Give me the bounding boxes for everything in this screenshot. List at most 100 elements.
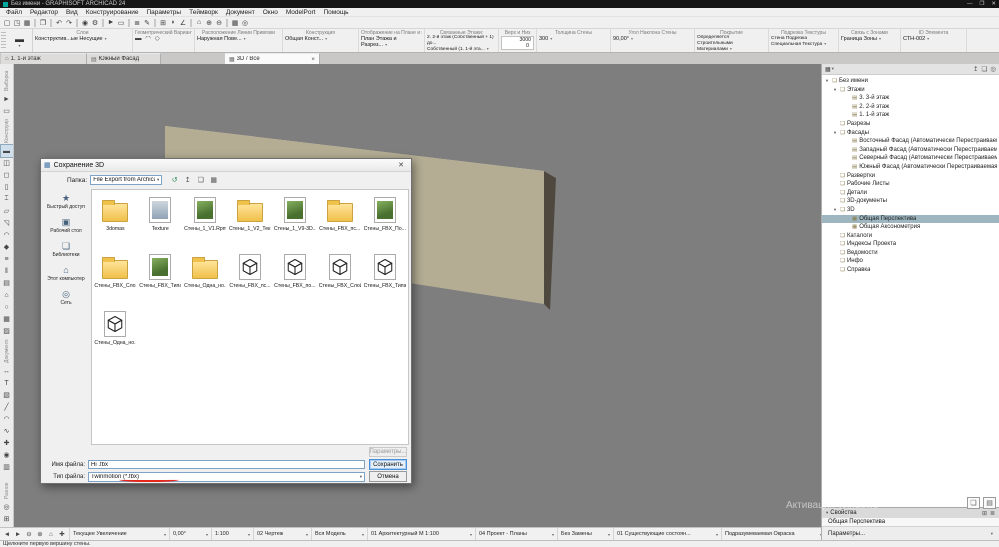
infobox-group-value[interactable]: Наружная Пове...: [197, 36, 280, 42]
layers-icon[interactable]: ≣: [132, 18, 142, 28]
infobox-group-value[interactable]: 2. 2-й этаж (Собственный + 1) до... Собс…: [427, 35, 496, 51]
tab-close-icon[interactable]: ×: [311, 56, 315, 63]
file-item[interactable]: Стены_FBX_Типа...: [363, 249, 406, 306]
pen-icon[interactable]: ✎: [142, 18, 152, 28]
morph-tool-icon[interactable]: ◆: [1, 241, 13, 253]
place-this-pc[interactable]: ⌂ Этот компьютер: [43, 265, 89, 282]
pin-icon[interactable]: ◎: [990, 65, 996, 73]
new-folder-icon[interactable]: ❏: [195, 175, 206, 186]
wall-side-face[interactable]: [544, 171, 556, 310]
tree-item[interactable]: ❏ Рабочие Листы: [822, 180, 999, 189]
quick-option[interactable]: Вся Модель ▾: [311, 528, 367, 540]
infobox-group[interactable]: Геометрический Вариант ▬ ◠ ◇ ⌒: [133, 29, 195, 52]
tree-item[interactable]: ▤ 3. 3-й этаж: [822, 94, 999, 103]
infobox-group[interactable]: Покрытие Определяется Строительными Мате…: [695, 29, 769, 52]
undo-icon[interactable]: ↶: [54, 18, 64, 28]
tree-expand-icon[interactable]: ▾: [832, 129, 838, 138]
infobox-group[interactable]: Связь с Зонами Граница Зоны: [839, 29, 901, 52]
infobox-group[interactable]: ID Элемента СТН-002: [901, 29, 967, 52]
zoom-in-icon[interactable]: ⊕: [204, 18, 214, 28]
fit-view-icon[interactable]: ⌂: [46, 529, 56, 539]
tree-item[interactable]: ▤ Северный Фасад (Автоматически Перестра…: [822, 154, 999, 163]
toolbox-section-document[interactable]: Документирование: [4, 339, 10, 363]
separator[interactable]: [128, 18, 130, 27]
tree-item[interactable]: ❏ Детали: [822, 189, 999, 198]
tree-item[interactable]: ▤ 2. 2-й этаж: [822, 103, 999, 112]
menu-item[interactable]: Параметры: [142, 8, 185, 17]
tree-item[interactable]: ▾ ❏ Фасады: [822, 129, 999, 138]
menu-item[interactable]: Вид: [62, 8, 82, 17]
column-tool-icon[interactable]: ▯: [1, 181, 13, 193]
file-item[interactable]: Стены_FBX_пс...: [229, 249, 272, 306]
file-item[interactable]: Стены_FBX_Сло...: [94, 249, 137, 306]
file-item[interactable]: Стены_Одна_но...: [94, 306, 137, 363]
place-network[interactable]: ◎ Сеть: [43, 289, 89, 306]
spline-tool-icon[interactable]: ∿: [1, 425, 13, 437]
menu-item[interactable]: Окно: [259, 8, 282, 17]
filetype-select[interactable]: Twinmotion (*.fbx) ▾: [88, 471, 365, 482]
quick-option[interactable]: Подразумеваемая Окраска ▾: [721, 528, 821, 540]
place-libraries[interactable]: ❏ Библиотеки: [43, 241, 89, 258]
dimension-tool-icon[interactable]: ↔: [1, 365, 13, 377]
tree-item[interactable]: ▤ Западный Фасад (Автоматически Перестра…: [822, 146, 999, 155]
new-file-icon[interactable]: ▢: [2, 18, 12, 28]
maximize-button[interactable]: ❐: [979, 0, 984, 8]
menu-item[interactable]: Документ: [222, 8, 259, 17]
infobox-group[interactable]: Связанные Этажи: 2. 2-й этаж (Собственны…: [425, 29, 499, 52]
infobox-group-value[interactable]: Конструктив...ые Несущие: [35, 36, 130, 42]
grid-icon[interactable]: ⊞: [158, 18, 168, 28]
folder-icon[interactable]: ❏: [982, 65, 988, 73]
tree-item[interactable]: ▾ ❏ Без имени: [822, 77, 999, 86]
separator[interactable]: [190, 18, 192, 27]
zone-tool-icon[interactable]: ▨: [1, 325, 13, 337]
quick-option[interactable]: 04 Проект - Планы ▾: [475, 528, 557, 540]
arrow-tool-icon[interactable]: ►: [106, 18, 116, 28]
camera-icon[interactable]: ◎: [240, 18, 250, 28]
options-button[interactable]: Параметры...: [369, 447, 407, 457]
print-icon[interactable]: ❐: [38, 18, 48, 28]
file-item[interactable]: Стены_1_V1.Rpm: [184, 192, 227, 249]
menu-item[interactable]: Теймворк: [185, 8, 222, 17]
toolbox-section-design[interactable]: Конструирование: [4, 119, 10, 143]
tree-item[interactable]: ❏ Справка: [822, 266, 999, 275]
infobox-group-value[interactable]: Общая Конст...: [285, 36, 356, 42]
separator[interactable]: [34, 18, 36, 27]
redo-icon[interactable]: ↷: [64, 18, 74, 28]
tree-item[interactable]: ❏ Развертки: [822, 172, 999, 181]
file-item[interactable]: Стены_FBX_по...: [273, 249, 316, 306]
marquee-tool-icon[interactable]: ▭: [1, 105, 13, 117]
dialog-close-button[interactable]: ✕: [394, 160, 408, 171]
list-view-icon[interactable]: ≣: [990, 510, 995, 517]
separator[interactable]: [76, 18, 78, 27]
separator[interactable]: [102, 18, 104, 27]
pan-icon[interactable]: ✚: [57, 529, 67, 539]
view-tab[interactable]: ▤ Южный Фасад: [87, 53, 161, 64]
quick-option[interactable]: Без Замены ▾: [557, 528, 613, 540]
camera-tool-icon[interactable]: ◎: [1, 501, 13, 513]
layout-page-icon[interactable]: ▤: [983, 497, 996, 509]
object-tool-icon[interactable]: ⌂: [1, 289, 13, 301]
mesh-tool-icon[interactable]: ▦: [1, 313, 13, 325]
element-settings-button[interactable]: ▬ ▾: [7, 29, 33, 52]
minimize-button[interactable]: —: [967, 0, 973, 8]
arrow-tool-icon[interactable]: ►: [1, 93, 13, 105]
tree-expand-icon[interactable]: ▾: [824, 77, 830, 86]
properties-header[interactable]: ▾ Свойства ⊞ ≣: [822, 508, 999, 518]
infobox-group[interactable]: Конструкция Общая Конст...: [283, 29, 359, 52]
window-tool-icon[interactable]: ◻: [1, 169, 13, 181]
place-quick-access[interactable]: ★ Быстрый доступ: [43, 193, 89, 210]
place-desktop[interactable]: ▣ Рабочий стол: [43, 217, 89, 234]
infobox-group[interactable]: Отображение на Плане и в Разрезе План Эт…: [359, 29, 425, 52]
quick-option[interactable]: Текущее Увеличение ▾: [69, 528, 169, 540]
grid-view-icon[interactable]: ⊞: [982, 510, 987, 517]
slab-tool-icon[interactable]: ▱: [1, 205, 13, 217]
infobox-group-value[interactable]: Граница Зоны: [841, 36, 898, 42]
infobox-group-value[interactable]: Определяется Строительными Материалами: [697, 35, 766, 51]
save-file-icon[interactable]: ▦: [22, 18, 32, 28]
file-item[interactable]: Стены_1_V9-3D...: [273, 192, 316, 249]
guide-icon[interactable]: ∠: [178, 18, 188, 28]
railing-tool-icon[interactable]: ‖: [1, 265, 13, 277]
tree-item[interactable]: ❏ 3D-документы: [822, 197, 999, 206]
infobox-group[interactable]: Слои Конструктив...ые Несущие: [33, 29, 133, 52]
marquee-tool-icon[interactable]: ▭: [116, 18, 126, 28]
